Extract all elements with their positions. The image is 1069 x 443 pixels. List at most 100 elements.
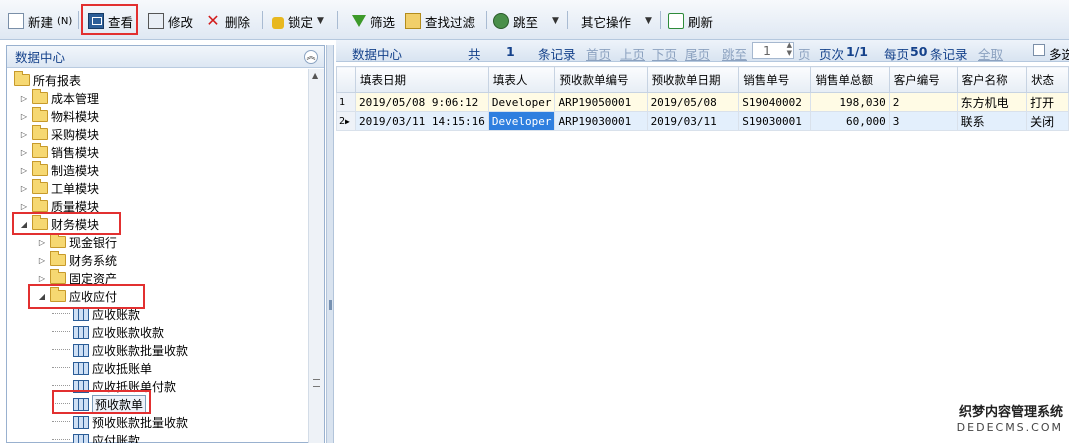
tree-item[interactable]: ▷ 采购模块 (19, 125, 99, 143)
table-cell[interactable]: 联系 (956, 111, 1028, 131)
report-grid-icon (73, 325, 89, 339)
table-cell[interactable]: ARP19050001 (554, 92, 648, 112)
jump-button[interactable]: 跳至 ▼ (493, 9, 559, 33)
prev-page-link[interactable]: 上页 (620, 44, 645, 63)
refresh-label: 刷新 (688, 14, 714, 30)
table-cell[interactable]: 2019/03/11 (646, 111, 740, 131)
tree-item[interactable]: ▷ 成本管理 (19, 89, 99, 107)
collapsed-arrow-icon[interactable]: ▷ (19, 130, 29, 139)
folder-icon (32, 143, 48, 158)
table-cell[interactable]: 2019/03/11 14:15:16 (355, 111, 489, 131)
tree-item-label: 应收抵账单 (92, 361, 153, 376)
table-cell[interactable]: 打开 (1026, 92, 1069, 112)
next-page-link[interactable]: 下页 (652, 44, 677, 63)
column-header[interactable]: 客户编号 (888, 66, 958, 93)
table-cell[interactable]: ARP19030001 (554, 111, 648, 131)
column-header[interactable]: 填表日期 (355, 66, 489, 93)
tree-item[interactable]: ▷ 工单模块 (19, 179, 99, 197)
collapsed-arrow-icon[interactable]: ▷ (19, 184, 29, 193)
collapsed-arrow-icon[interactable]: ▷ (19, 94, 29, 103)
page-number-input[interactable]: 1 ▲ ▼ (752, 41, 794, 59)
tree-item[interactable]: ▷ 物料模块 (19, 107, 99, 125)
panel-splitter[interactable] (326, 45, 334, 443)
other-dropdown-arrow-icon[interactable]: ▼ (645, 16, 652, 26)
splitter-grip-icon[interactable] (329, 300, 332, 310)
tree-item[interactable]: 预收账款批量收款 (52, 413, 188, 431)
lock-button[interactable]: 锁定 ▼ (272, 9, 324, 33)
total-prefix: 共 (468, 47, 481, 62)
first-page-link[interactable]: 首页 (586, 44, 611, 63)
delete-button[interactable]: ✕ 删除 (205, 9, 250, 33)
tree-item[interactable]: ▷ 销售模块 (19, 143, 99, 161)
table-cell[interactable]: 198,030 (810, 92, 890, 112)
highlight-finance-module (12, 212, 121, 235)
refresh-button[interactable]: 刷新 (668, 9, 713, 33)
tree-item-label: 预收账款批量收款 (92, 415, 189, 430)
collapsed-arrow-icon[interactable]: ▷ (37, 238, 47, 247)
collapsed-arrow-icon[interactable]: ▷ (19, 202, 29, 211)
new-button[interactable]: 新建 (N) (8, 9, 72, 33)
table-cell[interactable]: S19040002 (738, 92, 812, 112)
folder-icon (50, 251, 66, 266)
column-header[interactable]: 预收款单日期 (646, 66, 740, 93)
tree-item-label: 应收账款收款 (92, 325, 165, 340)
tree-item[interactable]: 所有报表 (11, 71, 81, 89)
folder-icon (50, 233, 66, 248)
folder-icon (32, 197, 48, 212)
tree-item[interactable]: 应收账款收款 (52, 323, 164, 341)
last-page-link[interactable]: 尾页 (685, 44, 710, 63)
column-header[interactable]: 销售单号 (738, 66, 812, 93)
collapsed-arrow-icon[interactable]: ▷ (19, 112, 29, 121)
multi-select-checkbox[interactable] (1033, 44, 1045, 56)
table-cell[interactable]: 2 (888, 92, 958, 112)
table-cell[interactable]: S19030001 (738, 111, 812, 131)
table-cell[interactable]: 东方机电 (956, 92, 1028, 112)
data-center-title: 数据中心 (15, 50, 66, 65)
collapsed-arrow-icon[interactable]: ▷ (19, 166, 29, 175)
row-number[interactable]: 1 (336, 92, 356, 112)
column-header[interactable]: 填表人 (487, 66, 556, 93)
table-cell[interactable]: 关闭 (1026, 111, 1069, 131)
jump-page-link[interactable]: 跳至 (722, 44, 747, 63)
tree-item[interactable]: 应收抵账单 (52, 359, 152, 377)
collapse-chevron-icon[interactable]: ︽ (304, 49, 318, 64)
column-header[interactable]: 状态 (1026, 66, 1069, 93)
tree-item[interactable]: ▷ 现金银行 (37, 233, 117, 251)
scroll-grip-icon[interactable] (313, 379, 320, 387)
pager-title: 数据中心 (352, 47, 403, 62)
filter-button[interactable]: 筛选 (352, 9, 395, 33)
table-cell[interactable]: 60,000 (810, 111, 890, 131)
toolbar-separator (567, 11, 568, 29)
table-row[interactable]: 2▶ 2019/03/11 14:15:16 Developer ARP1903000… (336, 111, 1069, 131)
column-header[interactable]: 预收款单编号 (554, 66, 648, 93)
data-center-panel: 数据中心 ︽ 所有报表 ▷ 成本管理 ▷ 物料模块 ▷ 采购模块 ▷ 销售模块 ▷ 制造模块 ▷ 工单模… (6, 45, 325, 443)
jump-dropdown-arrow-icon[interactable]: ▼ (552, 16, 559, 26)
table-cell[interactable]: Developer (487, 111, 556, 131)
edit-button[interactable]: 修改 (148, 9, 193, 33)
lock-dropdown-arrow-icon[interactable]: ▼ (317, 16, 324, 26)
tree-item[interactable]: 应付账款 (52, 431, 140, 443)
scroll-up-arrow-icon[interactable]: ▲ (312, 71, 318, 80)
tree-item[interactable]: ▷ 制造模块 (19, 161, 99, 179)
tree-scrollbar[interactable]: ▲ (308, 69, 324, 443)
other-operations-button[interactable]: 其它操作 ▼ (581, 9, 652, 33)
table-cell[interactable]: Developer (487, 92, 556, 112)
column-header[interactable]: 销售单总额 (810, 66, 890, 93)
folder-icon (32, 179, 48, 194)
multi-select-label: 多选 (1049, 47, 1069, 62)
table-cell[interactable]: 2019/05/08 9:06:12 (355, 92, 489, 112)
find-filter-button[interactable]: 查找过滤 (405, 9, 475, 33)
report-grid-icon (73, 361, 89, 375)
tree-item[interactable]: ▷ 财务系统 (37, 251, 117, 269)
spinner-arrows-icon[interactable]: ▲ ▼ (787, 41, 792, 57)
collapsed-arrow-icon[interactable]: ▷ (37, 274, 47, 283)
collapsed-arrow-icon[interactable]: ▷ (19, 148, 29, 157)
table-cell[interactable]: 3 (888, 111, 958, 131)
tree-item[interactable]: 应收账款批量收款 (52, 341, 188, 359)
fetch-all-link[interactable]: 全取 (978, 44, 1003, 63)
collapsed-arrow-icon[interactable]: ▷ (37, 256, 47, 265)
table-row[interactable]: 1 2019/05/08 9:06:12 Developer ARP19050001 2… (336, 92, 1069, 112)
column-header[interactable]: 客户名称 (956, 66, 1028, 93)
table-cell[interactable]: 2019/05/08 (646, 92, 740, 112)
row-number[interactable]: 2▶ (336, 111, 356, 131)
